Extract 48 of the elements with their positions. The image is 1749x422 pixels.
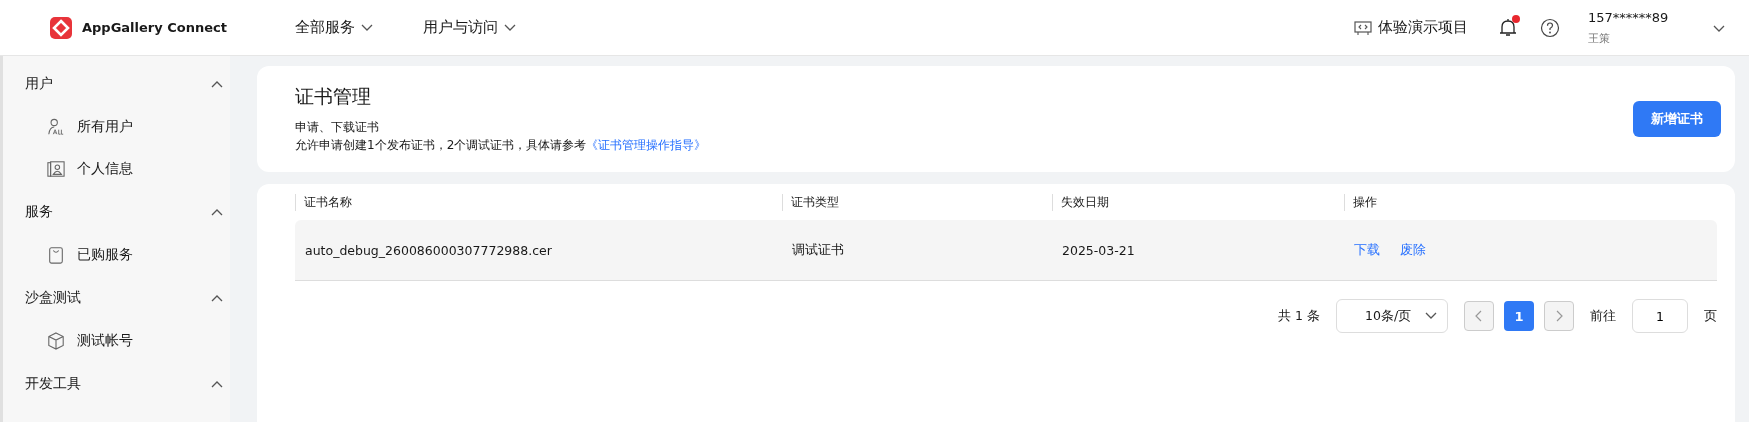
column-header: 证书名称 [295,193,782,211]
bag-icon [47,246,65,264]
page-title: 证书管理 [295,84,372,109]
profile-card-icon [47,160,65,178]
user-all-icon [47,118,65,136]
total-count: 共 1 条 [1278,307,1320,325]
goto-page-field[interactable]: 1 [1632,299,1688,333]
chevron-down-icon [504,23,516,32]
page-description: 允许申请创建1个发布证书，2个调试证书，具体请参考《证书管理操作指导》 [295,137,707,154]
page-number-button[interactable]: 1 [1504,301,1534,331]
sidebar-group-title[interactable]: 用户 [25,75,53,93]
goto-label: 前往 [1590,307,1616,325]
sidebar-group-title[interactable]: 开发工具 [25,375,81,393]
sidebar-item[interactable]: 测试帐号 [77,332,133,350]
row-action-link[interactable]: 下载 [1354,241,1380,259]
add-certificate-button[interactable]: 新增证书 [1633,101,1721,137]
chevron-down-icon [361,23,373,32]
logo-icon [50,16,72,39]
sidebar-group-title[interactable]: 服务 [25,203,53,221]
chevron-left-icon [1475,310,1483,322]
nav-menu[interactable]: 全部服务 [295,18,373,37]
table-cell-text: auto_debug_260086000307772988.cer [304,242,553,258]
sidebar-item[interactable]: 所有用户 [77,118,133,136]
nav-menu[interactable]: 用户与访问 [423,18,516,37]
table-cell-text: 2025-03-21 [1061,242,1136,258]
notification-bell-icon[interactable] [1498,17,1518,38]
help-icon[interactable] [1540,17,1560,38]
row-action-link[interactable]: 废除 [1400,241,1426,259]
cube-icon [47,332,65,350]
table-cell-text: 调试证书 [791,241,845,259]
column-header: 操作 [1344,193,1717,211]
sidebar-item[interactable]: 个人信息 [77,160,133,178]
sidebar-item[interactable]: 已购服务 [77,246,133,264]
sidebar-group-title[interactable]: 沙盒测试 [25,289,81,307]
demo-project-link[interactable]: 体验演示项目 [1378,18,1468,37]
user-phone: 157******89 [1588,9,1670,25]
account-chevron-icon [1713,25,1725,33]
guide-link[interactable]: 《证书管理操作指导》 [586,138,707,152]
column-header: 失效日期 [1052,193,1344,211]
page-size-select[interactable]: 10条/页 [1336,299,1448,333]
page-subtitle: 申请、下载证书 [295,119,380,136]
demo-screen-icon [1354,19,1372,36]
user-name: 王策 [1588,30,1611,46]
chevron-down-icon [1425,312,1437,320]
chevron-right-icon [1555,310,1563,322]
app-name: AppGallery Connect [82,20,227,35]
column-header: 证书类型 [782,193,1052,211]
page-unit-label: 页 [1704,307,1717,325]
